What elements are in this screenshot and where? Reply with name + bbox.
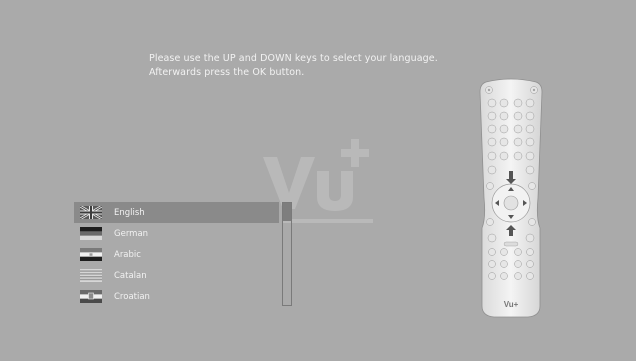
language-item-german[interactable]: German — [74, 223, 279, 244]
remote-brand-logo: Vu+ — [504, 300, 519, 309]
croatia-flag-icon — [80, 290, 102, 303]
wizard-screen: Please use the UP and DOWN keys to selec… — [0, 0, 636, 361]
language-label: Arabic — [114, 249, 141, 260]
language-item-croatian[interactable]: Croatian — [74, 286, 279, 307]
uk-flag-icon — [80, 206, 102, 219]
instruction-line-1: Please use the UP and DOWN keys to selec… — [149, 53, 438, 64]
language-scrollbar[interactable] — [282, 202, 292, 306]
catalan-flag-icon — [80, 269, 102, 282]
language-label: Catalan — [114, 270, 147, 281]
germany-flag-icon — [80, 227, 102, 240]
scrollbar-thumb[interactable] — [283, 203, 291, 221]
language-item-arabic[interactable]: Arabic — [74, 244, 279, 265]
instructions: Please use the UP and DOWN keys to selec… — [149, 52, 438, 80]
language-label: English — [114, 207, 145, 218]
instruction-line-2: Afterwards press the OK button. — [149, 67, 305, 78]
arabic-flag-icon — [80, 248, 102, 261]
language-label: German — [114, 228, 149, 239]
language-list[interactable]: English German Arabic Catalan Croatian — [74, 202, 279, 307]
language-item-catalan[interactable]: Catalan — [74, 265, 279, 286]
language-item-english[interactable]: English — [74, 202, 279, 223]
language-label: Croatian — [114, 291, 150, 302]
remote-control-illustration: Vu+ — [478, 78, 544, 318]
